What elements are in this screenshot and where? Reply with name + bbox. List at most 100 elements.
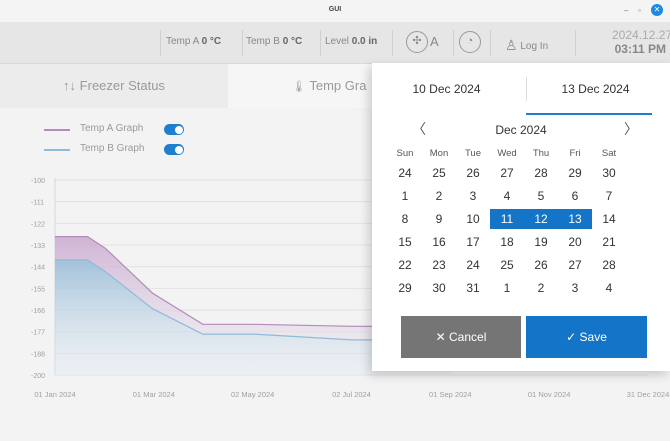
calendar-day[interactable]: 12 (524, 209, 558, 229)
calendar-day[interactable]: 15 (388, 232, 422, 252)
header-time: 03:11 PM (614, 42, 666, 56)
tab-freezer-status[interactable]: ↑↓ Freezer Status (0, 64, 228, 108)
legend-label-temp-b: Temp B Graph (80, 143, 145, 154)
close-button[interactable]: ✕ (651, 4, 663, 16)
x-tick-label: 01 Mar 2024 (133, 390, 175, 399)
x-tick-label: 02 Jul 2024 (332, 390, 371, 399)
calendar-day[interactable]: 5 (524, 186, 558, 206)
calendar-day[interactable]: 23 (422, 255, 456, 275)
fan-icon[interactable]: ✣ (406, 31, 428, 53)
calendar-day[interactable]: 31 (456, 278, 490, 298)
header-divider (392, 30, 393, 56)
calendar-day[interactable]: 20 (558, 232, 592, 252)
calendar-day[interactable]: 26 (456, 163, 490, 183)
fan-label: A (430, 34, 439, 49)
temp-b-value: 0 °C (282, 36, 303, 47)
tab-freezer-status-label: Freezer Status (79, 78, 165, 93)
toggle-temp-a[interactable] (164, 124, 184, 135)
level-readout: Level 0.0 in (325, 36, 377, 47)
toggle-temp-b[interactable] (164, 144, 184, 155)
range-start-tab[interactable]: 10 Dec 2024 (372, 63, 521, 115)
calendar-day[interactable]: 25 (490, 255, 524, 275)
temp-a-readout: Temp A 0 °C (166, 36, 221, 47)
calendar-day[interactable]: 18 (490, 232, 524, 252)
header-divider (242, 30, 243, 56)
level-label: Level (325, 36, 349, 47)
tab-temp-graph-label: Temp Gra (309, 78, 367, 93)
calendar-day[interactable]: 29 (388, 278, 422, 298)
calendar-day[interactable]: 8 (388, 209, 422, 229)
calendar-day[interactable]: 19 (524, 232, 558, 252)
calendar-day[interactable]: 1 (388, 186, 422, 206)
calendar-day[interactable]: 27 (558, 255, 592, 275)
calendar-day[interactable]: 2 (524, 278, 558, 298)
y-tick-label: -122 (31, 221, 45, 228)
calendar-day[interactable]: 22 (388, 255, 422, 275)
calendar-day[interactable]: 24 (456, 255, 490, 275)
y-tick-label: -100 (31, 178, 45, 185)
temp-a-value: 0 °C (201, 36, 222, 47)
calendar-day[interactable]: 28 (592, 255, 626, 275)
thermometer-icon: 🌡 (292, 81, 306, 93)
y-tick-label: -144 (31, 265, 45, 272)
maximize-button[interactable]: ▫ (638, 6, 641, 15)
weekday-header: Fri (569, 148, 581, 159)
y-tick-label: -155 (31, 286, 45, 293)
header-divider (575, 30, 576, 56)
login-label: Log In (520, 41, 549, 52)
y-tick-label: -166 (31, 308, 45, 315)
legend-swatch-temp-b (44, 149, 70, 151)
calendar-day[interactable]: 10 (456, 209, 490, 229)
weekday-header: Wed (497, 148, 517, 159)
calendar-day[interactable]: 25 (422, 163, 456, 183)
temp-b-readout: Temp B 0 °C (246, 36, 302, 47)
x-tick-label: 01 Sep 2024 (429, 390, 472, 399)
calendar-day[interactable]: 3 (558, 278, 592, 298)
save-button[interactable]: ✓ Save (526, 316, 647, 358)
weekday-header: Mon (429, 148, 449, 159)
date-range-picker: 10 Dec 2024 13 Dec 2024 〈 Dec 2024 〉 Sun… (372, 63, 670, 371)
minimize-button[interactable]: – (624, 6, 628, 15)
calendar-day[interactable]: 13 (558, 209, 592, 229)
login-button[interactable]: ♙ Log In (505, 36, 548, 53)
calendar-day[interactable]: 11 (490, 209, 524, 229)
calendar-day[interactable]: 17 (456, 232, 490, 252)
calendar-day[interactable]: 29 (558, 163, 592, 183)
calendar-day[interactable]: 7 (592, 186, 626, 206)
sort-arrows-icon: ↑↓ (63, 78, 77, 93)
calendar-day[interactable]: 6 (558, 186, 592, 206)
calendar-day[interactable]: 27 (490, 163, 524, 183)
window-title: GUI (328, 6, 342, 13)
calendar-day[interactable]: 28 (524, 163, 558, 183)
weekday-header: Sat (601, 148, 617, 159)
calendar-day[interactable]: 14 (592, 209, 626, 229)
calendar-day[interactable]: 30 (592, 163, 626, 183)
header-date: 2024.12.27 (612, 28, 670, 42)
level-value: 0.0 in (351, 36, 378, 47)
weekday-header: Sun (396, 148, 414, 159)
x-tick-label: 31 Dec 2024 (627, 390, 670, 399)
next-month-icon[interactable]: 〉 (624, 119, 638, 139)
header-divider (160, 30, 161, 56)
y-tick-label: -133 (31, 243, 45, 250)
calendar-day[interactable]: 9 (422, 209, 456, 229)
temp-b-label: Temp B (246, 36, 280, 47)
calendar-day[interactable]: 26 (524, 255, 558, 275)
calendar-day[interactable]: 21 (592, 232, 626, 252)
y-tick-label: -200 (31, 373, 45, 380)
calendar-day[interactable]: 4 (592, 278, 626, 298)
cancel-button[interactable]: ✕ Cancel (401, 316, 521, 358)
calendar-day[interactable]: 4 (490, 186, 524, 206)
x-tick-label: 01 Jan 2024 (34, 390, 75, 399)
weekday-header: Tue (464, 148, 482, 159)
range-end-tab[interactable]: 13 Dec 2024 (521, 63, 670, 115)
y-tick-label: -188 (31, 351, 45, 358)
calendar-day[interactable]: 30 (422, 278, 456, 298)
lock-icon[interactable]: ◔ (459, 31, 481, 53)
calendar-day[interactable]: 24 (388, 163, 422, 183)
calendar-day[interactable]: 3 (456, 186, 490, 206)
calendar-day[interactable]: 16 (422, 232, 456, 252)
calendar-day[interactable]: 2 (422, 186, 456, 206)
calendar-day[interactable]: 1 (490, 278, 524, 298)
range-active-indicator (526, 113, 652, 115)
